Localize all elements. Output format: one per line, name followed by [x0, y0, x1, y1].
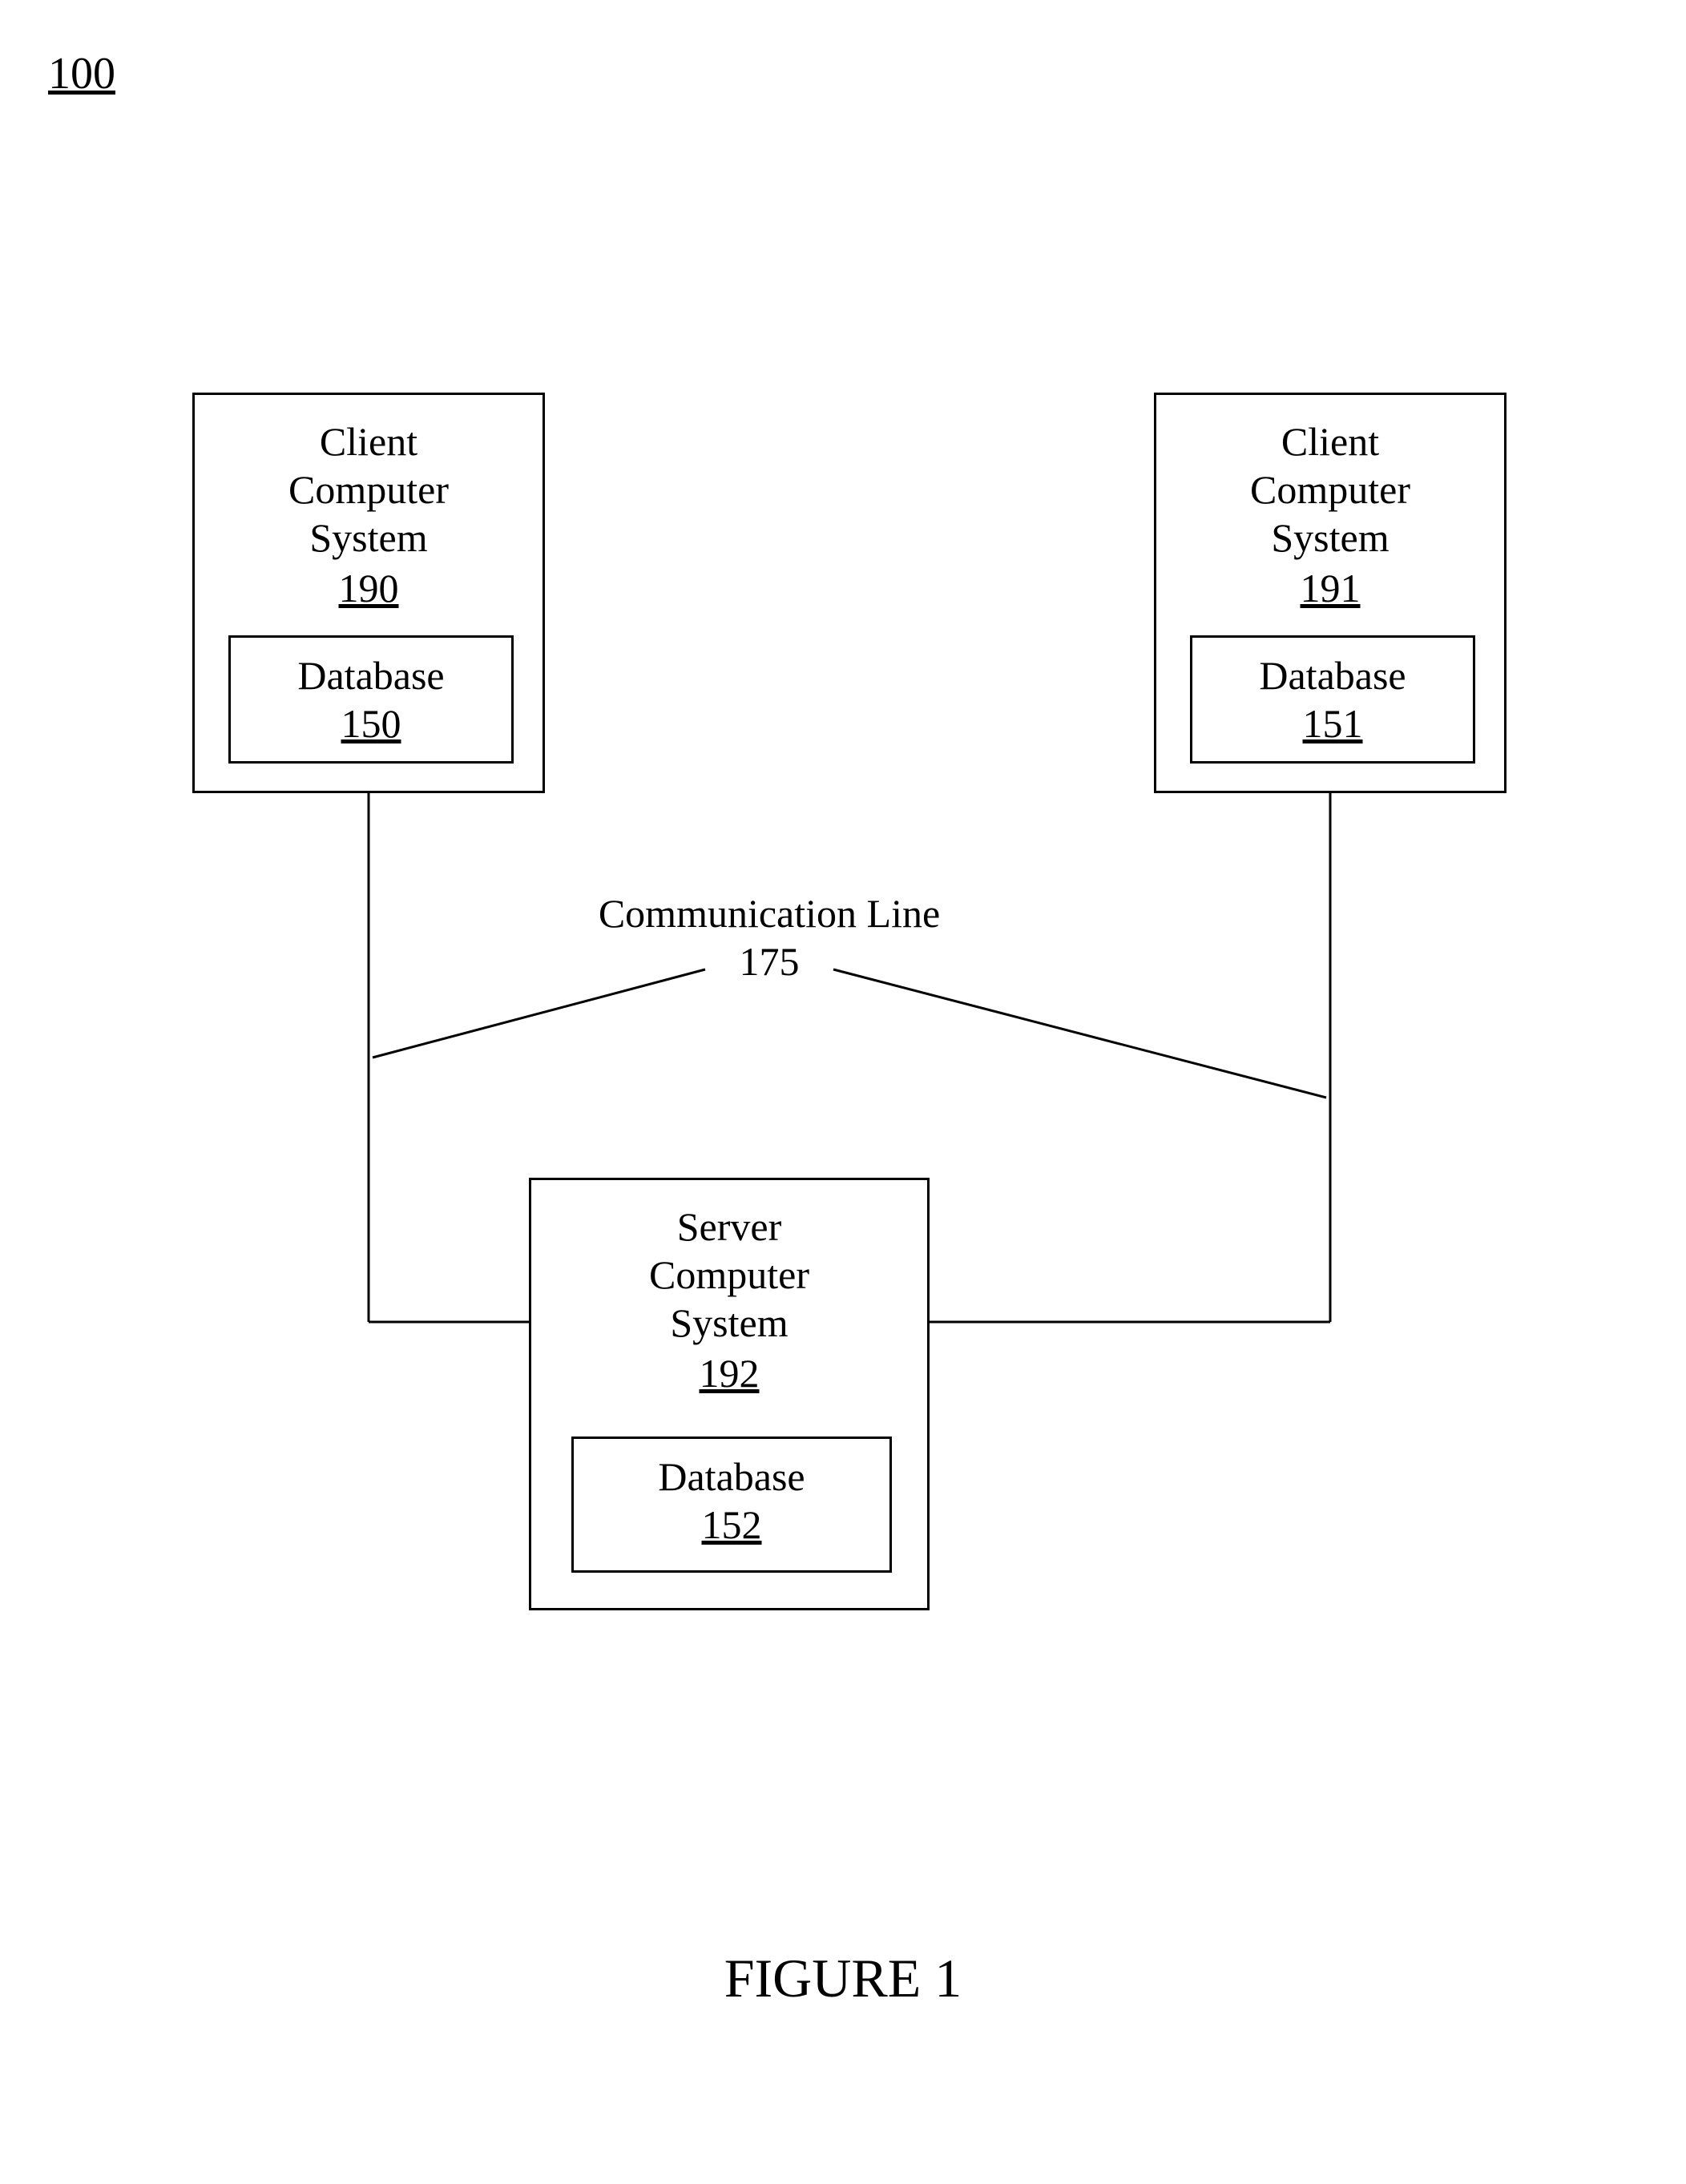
server-title-line2: Computer [531, 1251, 927, 1299]
client-left-title: Client Computer System [195, 417, 543, 562]
client-right-title-line3: System [1156, 514, 1504, 562]
client-right-ref: 191 [1156, 565, 1504, 611]
server-box: Server Computer System 192 Database 152 [529, 1178, 930, 1610]
server-db-ref: 152 [574, 1501, 889, 1548]
client-left-title-line2: Computer [195, 465, 543, 514]
connector-lines [0, 0, 1686, 2184]
figure-number-label: 100 [48, 48, 115, 99]
client-right-title-line2: Computer [1156, 465, 1504, 514]
client-right-db-box: Database 151 [1190, 635, 1475, 764]
client-left-title-line3: System [195, 514, 543, 562]
client-right-title-line1: Client [1156, 417, 1504, 465]
server-title: Server Computer System [531, 1203, 927, 1347]
client-right-db-label: Database [1192, 652, 1473, 699]
diagram-page: 100 Client Computer System 190 Database … [0, 0, 1686, 2184]
client-right-title: Client Computer System [1156, 417, 1504, 562]
client-left-db-ref: 150 [231, 700, 511, 747]
client-left-db-label: Database [231, 652, 511, 699]
comm-line-ref: 175 [577, 937, 962, 985]
server-title-line3: System [531, 1299, 927, 1347]
client-left-box: Client Computer System 190 Database 150 [192, 393, 545, 793]
leader-175-right [833, 969, 1326, 1098]
client-right-db-ref: 151 [1192, 700, 1473, 747]
server-db-box: Database 152 [571, 1437, 892, 1573]
client-right-box: Client Computer System 191 Database 151 [1154, 393, 1507, 793]
server-title-line1: Server [531, 1203, 927, 1251]
figure-caption: FIGURE 1 [0, 1947, 1686, 2010]
client-left-ref: 190 [195, 565, 543, 611]
client-left-title-line1: Client [195, 417, 543, 465]
server-ref: 192 [531, 1350, 927, 1396]
client-left-db-box: Database 150 [228, 635, 514, 764]
server-db-label: Database [574, 1453, 889, 1500]
comm-line-text: Communication Line [577, 889, 962, 937]
communication-line-label: Communication Line 175 [577, 889, 962, 985]
